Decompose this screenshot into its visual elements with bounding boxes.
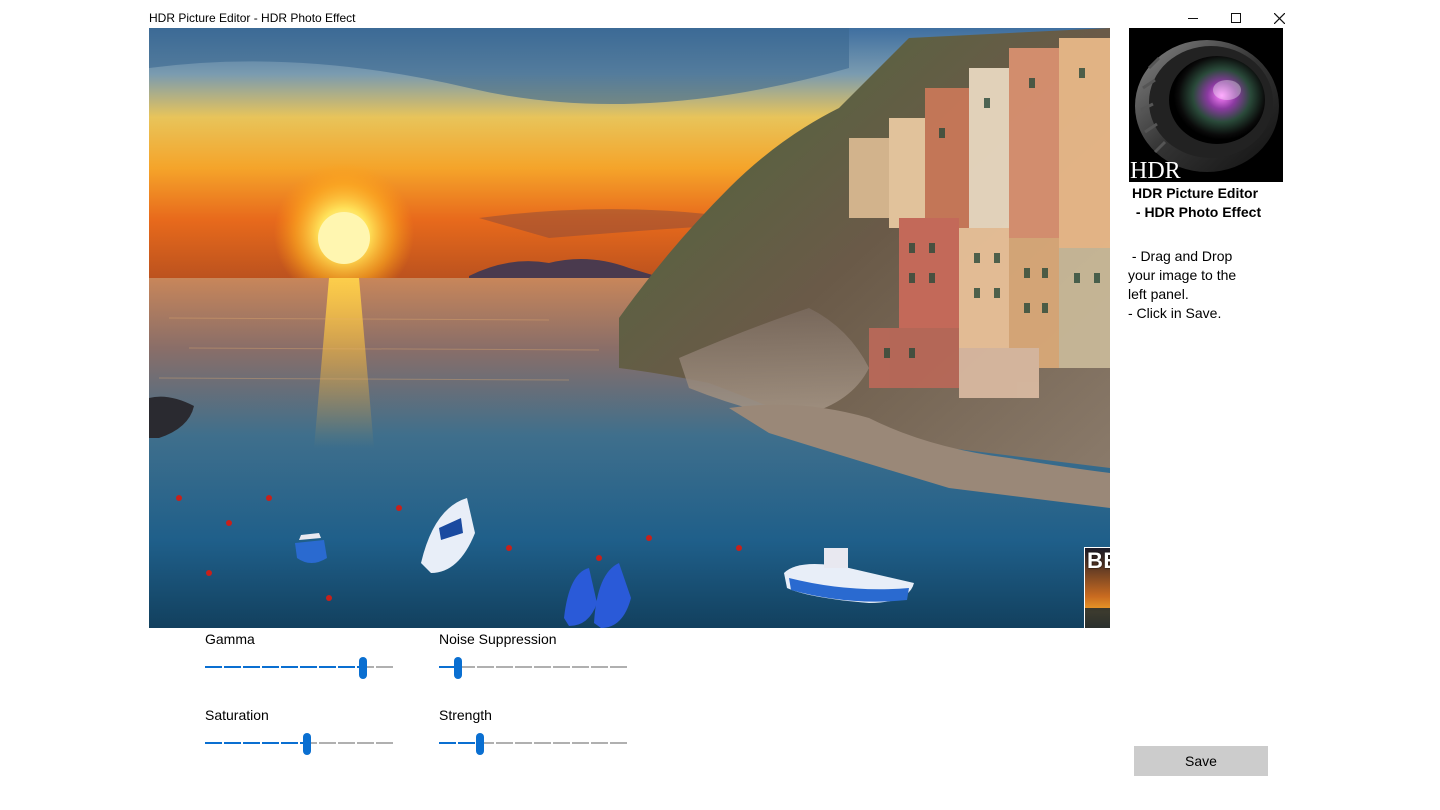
app-name: HDR Picture Editor - HDR Photo Effect: [1132, 184, 1292, 222]
maximize-icon: [1231, 13, 1241, 23]
noise-suppression-label: Noise Suppression: [439, 631, 557, 647]
maximize-button[interactable]: [1222, 6, 1250, 30]
instruction-line: - Drag and Drop: [1128, 248, 1233, 264]
minimize-button[interactable]: [1179, 6, 1207, 30]
close-button[interactable]: [1265, 6, 1293, 30]
saturation-slider[interactable]: [205, 733, 393, 755]
strength-slider[interactable]: [439, 733, 627, 755]
image-drop-panel[interactable]: BEFORE: [149, 28, 1110, 628]
slider-thumb[interactable]: [302, 733, 311, 755]
noise-suppression-slider[interactable]: [439, 657, 627, 679]
gamma-label: Gamma: [205, 631, 255, 647]
strength-label: Strength: [439, 707, 492, 723]
before-preview-thumbnail: BEFORE: [1084, 547, 1110, 628]
instructions-text: - Drag and Drop your image to the left p…: [1128, 247, 1288, 323]
hdr-photo: [149, 28, 1110, 628]
window-title: HDR Picture Editor - HDR Photo Effect: [149, 11, 356, 25]
slider-thumb[interactable]: [476, 733, 485, 755]
instruction-line: your image to the: [1128, 267, 1237, 283]
app-logo: HDR: [1129, 28, 1283, 182]
instruction-line: left panel.: [1128, 286, 1189, 302]
slider-thumb[interactable]: [453, 657, 462, 679]
logo-text: HDR: [1130, 158, 1181, 182]
slider-thumb[interactable]: [358, 657, 367, 679]
slider-fill: [205, 742, 307, 744]
slider-track: [439, 666, 627, 668]
slider-fill: [439, 742, 481, 744]
gamma-slider[interactable]: [205, 657, 393, 679]
slider-fill: [205, 666, 363, 668]
instruction-line: - Click in Save.: [1128, 305, 1222, 321]
save-button[interactable]: Save: [1134, 746, 1268, 776]
minimize-icon: [1188, 17, 1198, 19]
saturation-label: Saturation: [205, 707, 269, 723]
close-icon: [1273, 12, 1285, 24]
before-label: BEFORE: [1087, 548, 1110, 573]
app-name-line1: HDR Picture Editor: [1132, 185, 1259, 201]
app-name-line2: - HDR Photo Effect: [1132, 204, 1262, 220]
